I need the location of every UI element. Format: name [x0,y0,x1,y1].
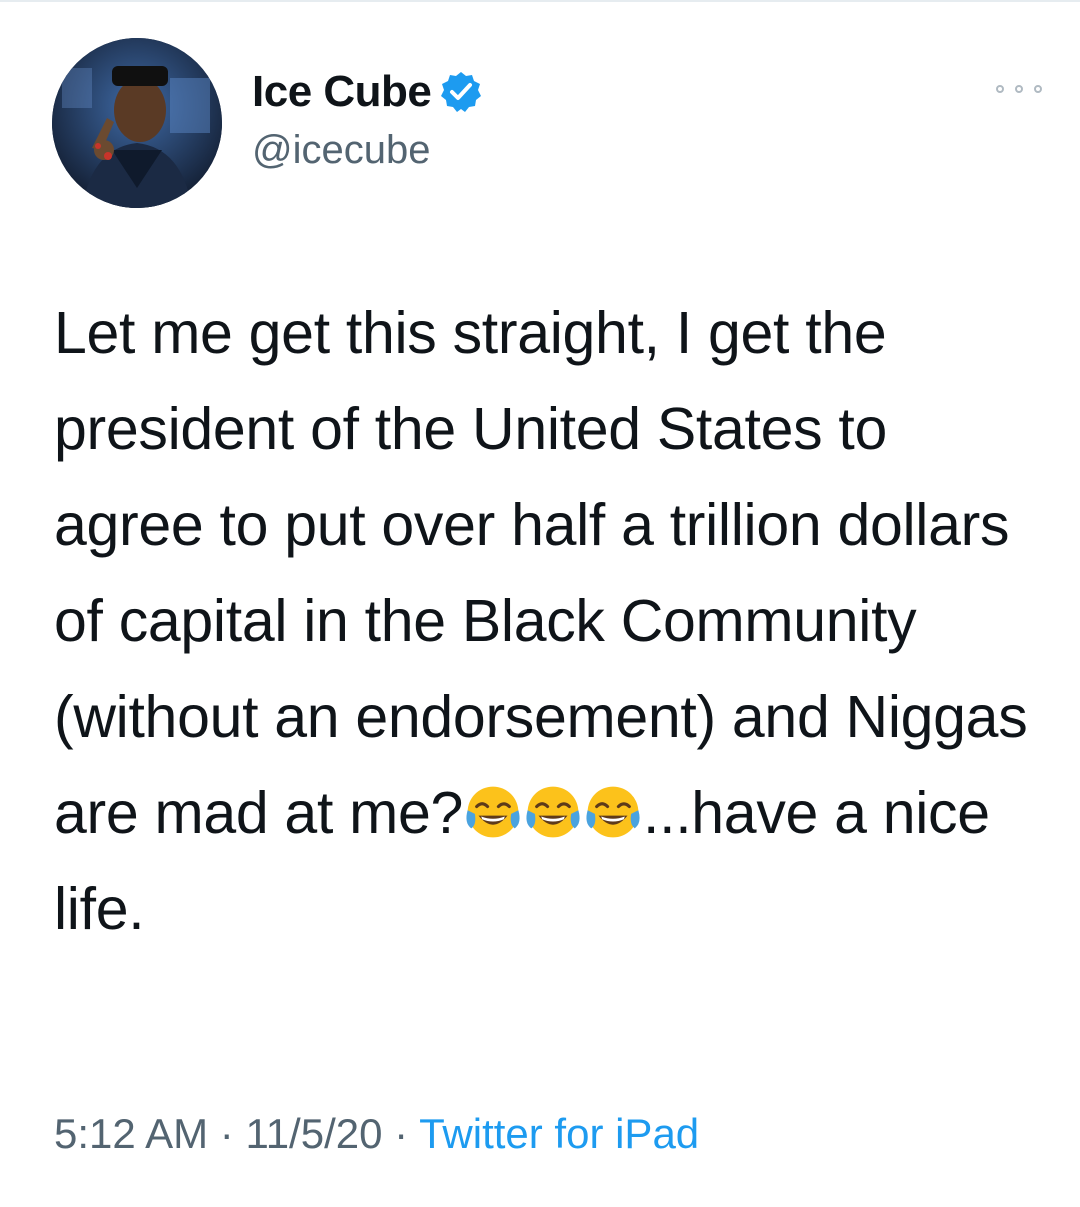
avatar-image [52,38,222,208]
meta-separator: · [219,1110,234,1157]
face-with-tears-of-joy-emoji [526,786,580,838]
dot [1034,85,1042,93]
user-handle[interactable]: @icecube [252,128,483,173]
avatar[interactable] [52,38,222,208]
meta-separator: · [394,1110,409,1157]
face-with-tears-of-joy-emoji [586,786,640,838]
dot [996,85,1004,93]
more-dots-icon[interactable] [996,78,1042,100]
tweet-time[interactable]: 5:12 AM [54,1110,208,1157]
top-divider [0,0,1080,2]
name-row: Ice Cube [252,64,483,120]
tweet-text-main: Let me get this straight, I get the pres… [54,300,1044,846]
tweet-meta: 5:12 AM · 11/5/20 · Twitter for iPad [54,1110,699,1158]
verified-badge-icon [439,70,483,114]
dot [1015,85,1023,93]
tweet-date[interactable]: 11/5/20 [245,1110,382,1157]
tweet-header: Ice Cube @icecube [52,38,1042,208]
tweet-source-link[interactable]: Twitter for iPad [419,1110,699,1157]
tweet-text: Let me get this straight, I get the pres… [54,285,1044,957]
user-info: Ice Cube @icecube [252,64,483,173]
face-with-tears-of-joy-emoji [466,786,520,838]
display-name[interactable]: Ice Cube [252,67,432,117]
